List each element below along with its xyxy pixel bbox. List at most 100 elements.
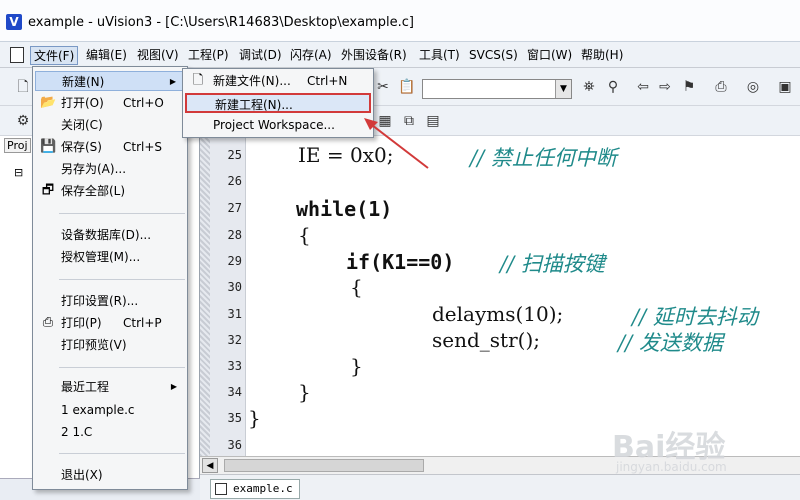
window-title: example - uVision3 - [C:\Users\R14683\De… [28,15,414,30]
code-line: 28 { [200,222,800,248]
line-number: 34 [227,385,242,399]
file-tab-label: example.c [233,482,293,495]
chevron-down-icon[interactable]: ▼ [555,80,571,98]
code-text: if(K1==0) [346,250,455,274]
code-text: } [298,380,311,404]
menu-separator [59,213,185,214]
code-line: 30 { [200,274,800,300]
zoom-icon[interactable]: ◎ [744,78,762,96]
code-line: 29 if(K1==0) // 扫描按键 [200,248,800,276]
file-menu-license-management[interactable]: 授权管理(M)... [35,247,185,267]
line-number: 36 [227,438,242,452]
menu-item-shortcut: Ctrl+S [123,140,163,154]
submenu-project-workspace[interactable]: Project Workspace... [185,115,371,135]
folder-open-icon: 📂 [40,95,57,110]
file-menu-dropdown: 新建(N) ▶ 📂 打开(O) Ctrl+O 关闭(C) 💾 保存(S) Ctr… [32,66,188,490]
menu-svcs[interactable]: SVCS(S) [466,46,521,65]
code-line: 34 } [200,379,800,405]
file-menu-print-setup[interactable]: 打印设置(R)... [35,291,185,311]
menu-item-label: 打印(P) [61,316,102,330]
code-line: 33 } [200,353,800,379]
code-text: } [350,354,363,378]
line-number: 30 [227,280,242,294]
code-line: 31 delayms(10); // 延时去抖动 [200,301,800,329]
find-in-files-icon[interactable]: ⚲ [604,78,622,96]
file-menu-save[interactable]: 💾 保存(S) Ctrl+S [35,137,185,157]
save-all-icon: 🗗 [41,183,55,198]
menu-file[interactable]: 文件(F) [30,46,79,65]
scroll-left-icon[interactable]: ◀ [202,458,218,473]
menu-view[interactable]: 视图(V) [134,46,182,65]
annotation-arrow [364,118,429,169]
line-number: 27 [227,201,242,215]
menu-item-label: 关闭(C) [61,118,103,132]
scroll-thumb[interactable] [224,459,424,472]
menu-item-label: 保存全部(L) [61,184,126,198]
file-menu-recent-1[interactable]: 1 example.c [35,400,185,420]
binoculars-icon[interactable]: ⛯ [580,78,598,96]
new-file-icon: 🗋 [192,73,204,88]
code-text: send_str(); [432,328,540,352]
file-menu-save-as[interactable]: 另存为(A)... [35,159,185,179]
find-combo[interactable]: ▼ [422,79,572,99]
new-icon[interactable]: 🗋 [14,78,32,96]
tree-collapse-icon[interactable]: ⊟ [14,166,23,179]
menu-item-shortcut: Ctrl+O [123,96,164,110]
file-menu-exit[interactable]: 退出(X) [35,465,185,485]
menu-item-label: Project Workspace... [213,118,335,132]
submenu-arrow-icon: ▶ [170,382,177,391]
file-menu-recent-projects[interactable]: 最近工程 ▶ [35,377,185,397]
cut-icon[interactable]: ✂ [374,78,392,96]
arrow-right-icon[interactable]: ⇨ [656,78,674,96]
build-icon[interactable]: ⚙ [14,112,32,130]
line-number: 31 [227,307,242,321]
file-menu-device-database[interactable]: 设备数据库(D)... [35,225,185,245]
menu-window[interactable]: 窗口(W) [524,46,575,65]
menu-project[interactable]: 工程(P) [185,46,232,65]
menu-item-label: 打开(O) [61,96,104,110]
menu-separator [59,453,185,454]
menu-item-label: 另存为(A)... [61,162,127,176]
file-menu-save-all[interactable]: 🗗 保存全部(L) [35,181,185,201]
menu-peripherals[interactable]: 外围设备(R) [338,46,410,65]
file-tab-example-c[interactable]: example.c [210,479,300,499]
paste-icon[interactable]: 📋 [398,78,416,96]
file-menu-close[interactable]: 关闭(C) [35,115,185,135]
submenu-new-file[interactable]: 🗋 新建文件(N)... Ctrl+N [185,71,371,91]
file-menu-open[interactable]: 📂 打开(O) Ctrl+O [35,93,185,113]
menu-separator [59,367,185,368]
uvision-app-icon[interactable]: V [6,14,22,30]
menu-item-shortcut: Ctrl+P [123,316,162,330]
submenu-new-project[interactable]: 新建工程(N)... [185,93,371,113]
menu-item-label: 新建(N) [62,75,105,89]
menu-tools[interactable]: 工具(T) [416,46,463,65]
menu-item-label: 设备数据库(D)... [61,228,152,242]
code-text: delayms(10); [432,302,564,326]
menu-bar: 文件(F) 编辑(E) 视图(V) 工程(P) 调试(D) 闪存(A) 外围设备… [0,42,800,68]
menu-item-label: 2 1.C [61,425,93,439]
file-menu-new[interactable]: 新建(N) ▶ [35,71,185,91]
file-menu-recent-2[interactable]: 2 1.C [35,422,185,442]
code-text: { [350,275,363,299]
menu-flash[interactable]: 闪存(A) [287,46,335,65]
line-number: 26 [227,174,242,188]
code-text: while(1) [296,197,393,221]
bookmark-icon[interactable]: ⚑ [680,78,698,96]
code-text: } [248,406,261,430]
code-text: { [298,223,311,247]
file-icon [215,483,227,495]
file-menu-print-preview[interactable]: 打印预览(V) [35,335,185,355]
arrow-left-icon[interactable]: ⇦ [634,78,652,96]
menu-debug[interactable]: 调试(D) [236,46,285,65]
print-icon[interactable]: ⎙ [712,78,730,96]
watermark-url: jingyan.baidu.com [616,460,727,474]
line-number: 35 [227,411,242,425]
menu-separator [59,279,185,280]
code-editor[interactable]: 25 IE = 0x0; // 禁止任何中断 26 27 while(1) 28… [200,136,800,456]
menu-help[interactable]: 帮助(H) [578,46,626,65]
project-tab[interactable]: Proj [4,138,31,153]
file-menu-print[interactable]: ⎙ 打印(P) Ctrl+P [35,313,185,333]
menu-edit[interactable]: 编辑(E) [83,46,130,65]
menu-item-label: 打印设置(R)... [61,294,139,308]
window-icon[interactable]: ▣ [776,78,794,96]
